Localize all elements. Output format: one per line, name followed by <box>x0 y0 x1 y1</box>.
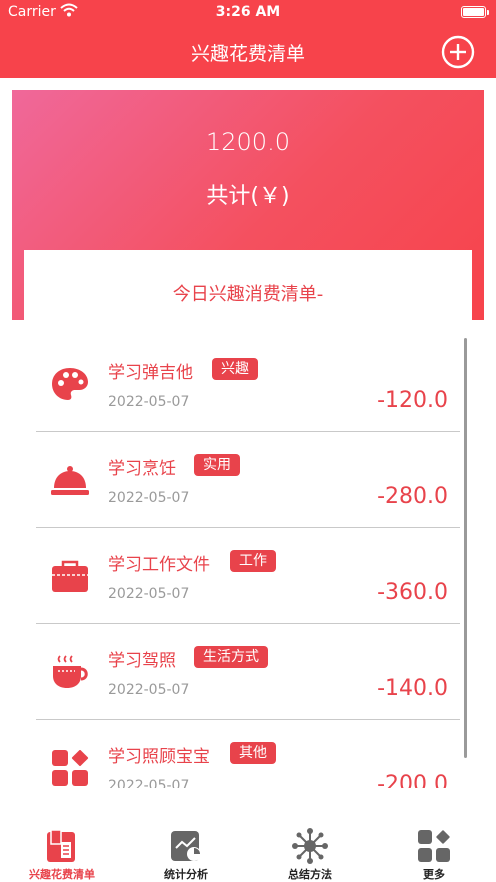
today-list-title: 今日兴趣消费清单- <box>172 284 324 305</box>
list-item[interactable]: 学习驾照 生活方式 2022-05-07 -140.0 <box>36 624 460 720</box>
item-tag: 兴趣 <box>212 358 258 380</box>
item-title: 学习工作文件 <box>108 555 210 575</box>
item-amount: -280.0 <box>377 484 448 509</box>
tab-more[interactable]: 更多 <box>372 822 496 882</box>
palette-icon <box>52 368 88 400</box>
expense-list[interactable]: 学习弹吉他 兴趣 2022-05-07 -120.0 学习烹饪 实用 2022-… <box>0 336 496 788</box>
list-item[interactable]: 学习烹饪 实用 2022-05-07 -280.0 <box>36 432 460 528</box>
tab-label: 兴趣花费清单 <box>29 868 95 881</box>
tab-expense-list[interactable]: 兴趣花费清单 <box>0 822 124 882</box>
network-icon <box>292 828 328 864</box>
list-item[interactable]: 学习工作文件 工作 2022-05-07 -360.0 <box>36 528 460 624</box>
item-title: 学习烹饪 <box>108 459 176 479</box>
tab-label: 统计分析 <box>164 868 208 881</box>
briefcase-icon <box>52 560 88 592</box>
item-amount: -360.0 <box>377 580 448 605</box>
page-title: 兴趣花费清单 <box>190 43 305 65</box>
item-amount: -120.0 <box>377 388 448 413</box>
battery-tip <box>487 10 489 15</box>
item-tag: 工作 <box>230 550 276 572</box>
book-icon <box>47 829 75 862</box>
status-bar: Carrier 3:26 AM <box>0 0 496 26</box>
total-value: 1200.0 <box>206 128 290 156</box>
item-date: 2022-05-07 <box>108 586 190 602</box>
tab-label: 总结方法 <box>288 868 332 881</box>
tab-summary-methods[interactable]: 总结方法 <box>248 822 372 882</box>
tab-bar: 兴趣花费清单 统计分析 总结方法 更多 <box>0 822 496 882</box>
item-title: 学习弹吉他 <box>108 363 193 383</box>
grid-shapes-icon <box>52 750 89 786</box>
battery-icon <box>461 6 486 18</box>
status-time: 3:26 AM <box>215 4 281 20</box>
total-label: 共计(￥) <box>206 184 290 209</box>
item-tag: 其他 <box>230 742 276 764</box>
item-date: 2022-05-07 <box>108 682 190 698</box>
item-date: 2022-05-07 <box>108 490 190 506</box>
item-amount: -200.0 <box>377 772 448 788</box>
item-title: 学习驾照 <box>108 651 176 671</box>
item-tag: 实用 <box>194 454 240 476</box>
item-amount: -140.0 <box>377 676 448 701</box>
item-date: 2022-05-07 <box>108 778 190 788</box>
cloche-icon <box>51 466 89 495</box>
coffee-cup-icon <box>53 655 88 688</box>
item-title: 学习照顾宝宝 <box>108 747 210 767</box>
grid-shapes-icon <box>418 830 450 862</box>
today-list-header: 今日兴趣消费清单- <box>24 250 472 320</box>
list-item[interactable]: 学习照顾宝宝 其他 2022-05-07 -200.0 <box>36 720 460 788</box>
item-date: 2022-05-07 <box>108 394 190 410</box>
plus-circle-icon[interactable] <box>440 34 476 70</box>
list-item[interactable]: 学习弹吉他 兴趣 2022-05-07 -120.0 <box>36 336 460 432</box>
nav-bar: 兴趣花费清单 <box>0 26 496 78</box>
item-tag: 生活方式 <box>194 646 268 668</box>
chart-icon <box>171 831 201 861</box>
tab-label: 更多 <box>423 868 445 881</box>
list-scrollbar[interactable] <box>464 338 467 758</box>
tab-statistics[interactable]: 统计分析 <box>124 822 248 882</box>
